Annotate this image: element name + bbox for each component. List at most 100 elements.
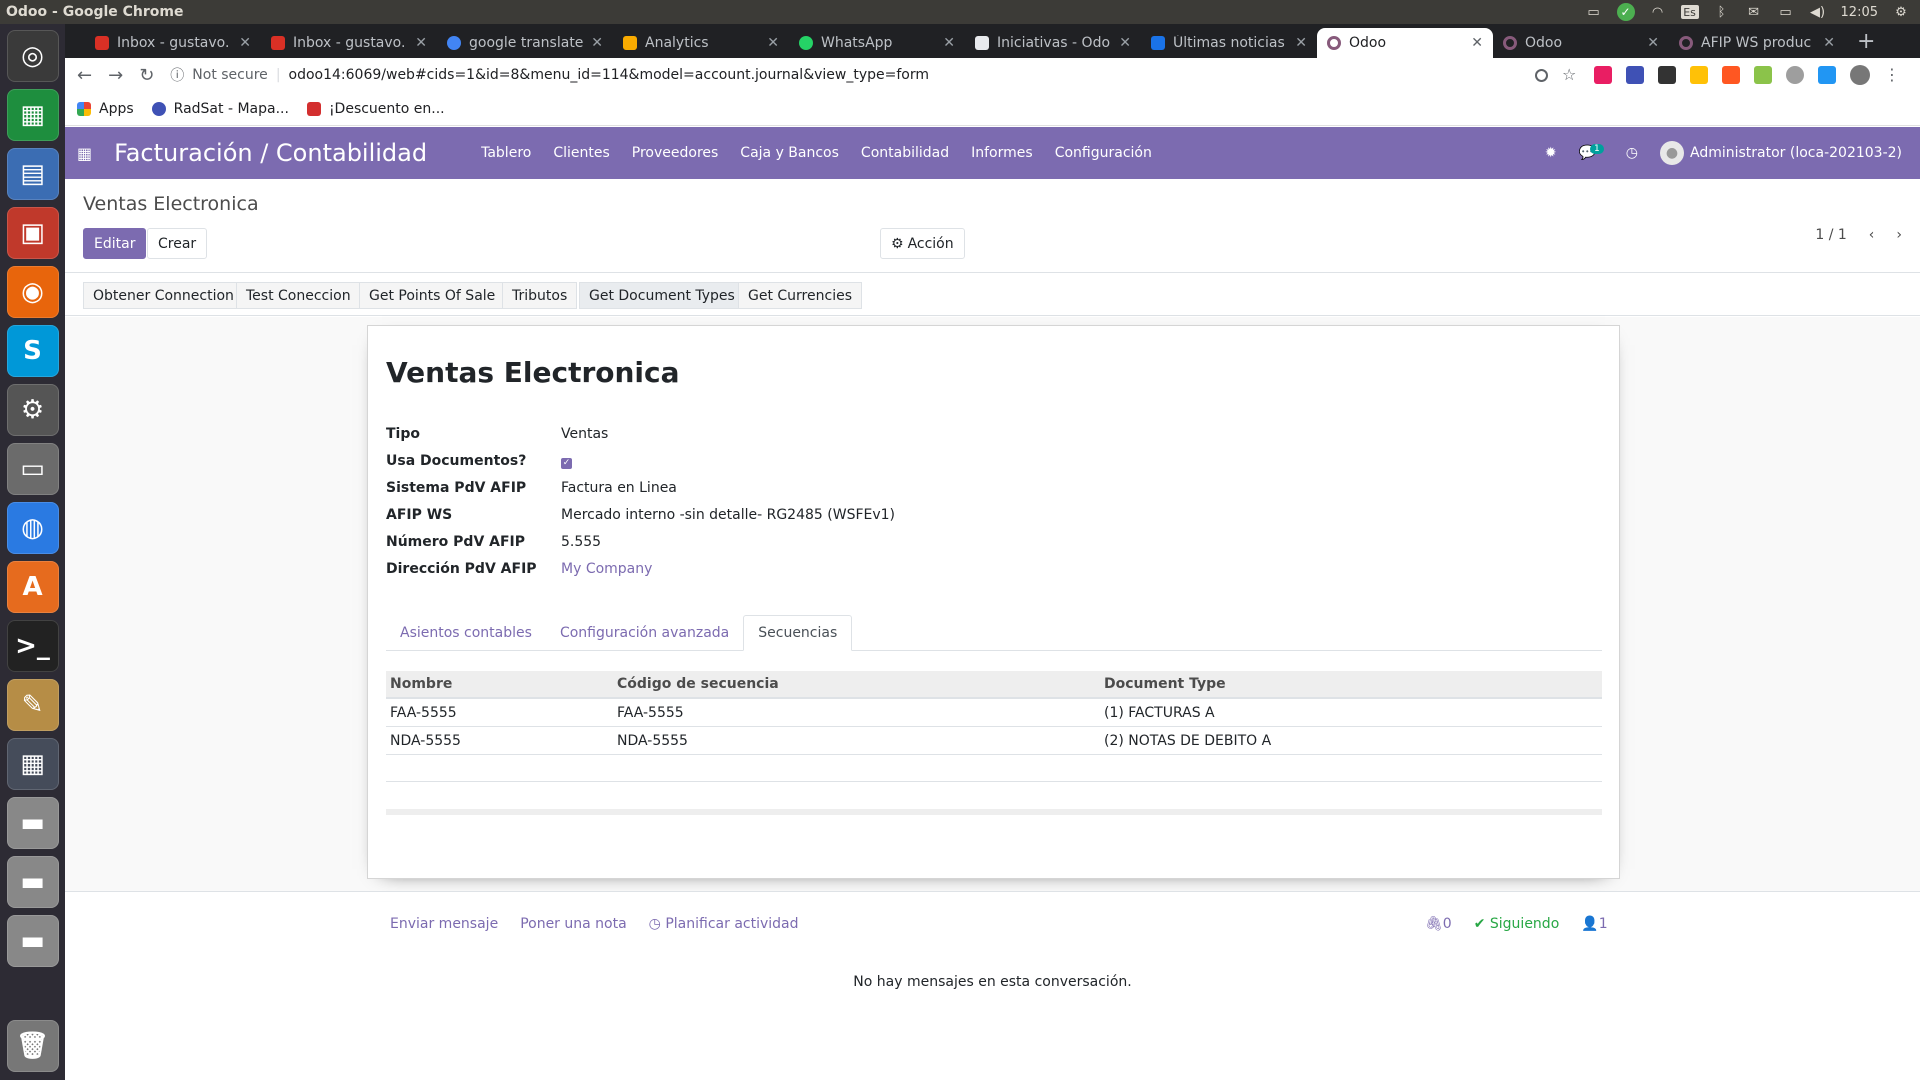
extension-icon[interactable] [1658,66,1676,84]
browser-tab[interactable]: Últimas noticias ✕ [1141,28,1317,58]
new-tab-button[interactable]: + [1857,29,1875,54]
extension-icon[interactable] [1722,66,1740,84]
bookmark-radsat[interactable]: RadSat - Mapa... [151,101,289,117]
skype-icon[interactable]: S [6,325,59,377]
dash-icon[interactable]: ◎ [6,30,59,82]
workspace-switcher-icon[interactable]: ▦ [6,738,59,790]
url-text[interactable]: odoo14:6069/web#cids=1&id=8&menu_id=114&… [289,67,929,83]
battery-icon[interactable]: ▭ [1777,5,1795,20]
followers-button[interactable]: 👤1 [1581,916,1607,932]
test-coneccion-button[interactable]: Test Coneccion [236,282,361,309]
column-header-document-type[interactable]: Document Type [1100,676,1602,692]
chat-icon[interactable]: 💬1 [1579,144,1604,161]
sync-check-icon[interactable]: ✓ [1616,3,1635,21]
activity-clock-icon[interactable]: ◷ [1626,145,1638,161]
company-link[interactable]: My Company [561,561,652,577]
clock[interactable]: 12:05 [1841,5,1878,20]
bookmark-apps[interactable]: Apps [77,101,134,117]
pager-previous-icon[interactable]: ‹ [1869,227,1875,243]
back-icon[interactable]: ← [77,65,92,86]
menu-proveedores[interactable]: Proveedores [632,145,719,161]
apps-menu-icon[interactable]: ▦ [77,144,92,163]
menu-clientes[interactable]: Clientes [553,145,609,161]
attachments-button[interactable]: 🖇0 [1425,916,1452,932]
column-header-nombre[interactable]: Nombre [386,676,613,692]
volume-icon[interactable]: ◀) [1809,5,1827,20]
close-tab-icon[interactable]: ✕ [1471,35,1483,51]
drive-icon[interactable]: ▬ [6,856,59,908]
edit-button[interactable]: Editar [83,228,147,259]
log-note-button[interactable]: Poner una nota [520,916,626,932]
browser-tab[interactable]: Analytics ✕ [613,28,789,58]
settings-gear-icon[interactable]: ⚙ [1892,5,1910,20]
profile-avatar-icon[interactable] [1850,65,1870,85]
get-points-of-sale-button[interactable]: Get Points Of Sale [359,282,506,309]
display-icon[interactable]: ▭ [1585,5,1603,20]
browser-tab[interactable]: WhatsApp ✕ [789,28,965,58]
menu-contabilidad[interactable]: Contabilidad [861,145,949,161]
forward-icon[interactable]: → [108,65,123,86]
terminal-icon[interactable]: >_ [6,620,59,672]
table-row[interactable]: FAA-5555 FAA-5555 (1) FACTURAS A [386,699,1602,727]
software-center-icon[interactable]: A [6,561,59,613]
trash-icon[interactable]: 🗑 [6,1020,59,1072]
menu-caja-bancos[interactable]: Caja y Bancos [740,145,839,161]
browser-tab[interactable]: Odoo ✕ [1493,28,1669,58]
extension-icon[interactable] [1594,66,1612,84]
table-row[interactable]: NDA-5555 NDA-5555 (2) NOTAS DE DEBITO A [386,727,1602,755]
send-message-button[interactable]: Enviar mensaje [390,916,498,932]
browser-tab[interactable]: Iniciativas - Odo ✕ [965,28,1141,58]
impress-app-icon[interactable]: ▣ [6,207,59,259]
menu-informes[interactable]: Informes [971,145,1033,161]
pager-next-icon[interactable]: › [1896,227,1902,243]
extension-icon[interactable] [1786,66,1804,84]
browser-tab[interactable]: Inbox - gustavo. ✕ [85,28,261,58]
get-document-types-button[interactable]: Get Document Types [579,282,745,309]
browser-tab[interactable]: AFIP WS produc ✕ [1669,28,1845,58]
following-button[interactable]: ✔ Siguiendo [1474,916,1560,932]
keyboard-layout-indicator[interactable]: Es [1680,5,1699,19]
extension-icon[interactable] [1818,66,1836,84]
spreadsheet-app-icon[interactable]: ▦ [6,89,59,141]
app-brand[interactable]: Facturación / Contabilidad [114,139,427,167]
drive-icon[interactable]: ▬ [6,797,59,849]
address-bar[interactable]: ⓘ Not secure | odoo14:6069/web#cids=1&id… [170,61,1519,89]
browser-tab[interactable]: google translate ✕ [437,28,613,58]
close-tab-icon[interactable]: ✕ [591,35,603,51]
close-tab-icon[interactable]: ✕ [239,35,251,51]
tab-asientos-contables[interactable]: Asientos contables [386,615,546,651]
close-tab-icon[interactable]: ✕ [1647,35,1659,51]
wifi-icon[interactable]: ◠ [1649,5,1667,20]
extension-icon[interactable] [1690,66,1708,84]
close-tab-icon[interactable]: ✕ [767,35,779,51]
user-menu[interactable]: ● Administrator (loca-202103-2) [1660,141,1902,165]
text-editor-icon[interactable]: ✎ [6,679,59,731]
bookmark-descuento[interactable]: ¡Descuento en... [306,101,445,117]
mail-icon[interactable]: ✉ [1745,5,1763,20]
tab-secuencias[interactable]: Secuencias [743,615,853,651]
column-header-codigo[interactable]: Código de secuencia [613,676,1100,692]
close-tab-icon[interactable]: ✕ [943,35,955,51]
tributos-button[interactable]: Tributos [502,282,578,309]
bluetooth-icon[interactable]: ᛒ [1713,5,1731,20]
browser-tab-active[interactable]: Odoo ✕ [1317,28,1493,58]
browser-tab[interactable]: Inbox - gustavo. ✕ [261,28,437,58]
create-button[interactable]: Crear [147,228,208,259]
close-tab-icon[interactable]: ✕ [1119,35,1131,51]
tab-configuracion-avanzada[interactable]: Configuración avanzada [546,615,743,651]
drive-icon[interactable]: ▬ [6,915,59,967]
system-settings-icon[interactable]: ⚙ [6,384,59,436]
pager-value[interactable]: 1 / 1 [1815,227,1846,243]
extension-icon[interactable] [1754,66,1772,84]
schedule-activity-button[interactable]: ◷ Planificar actividad [649,916,799,932]
bookmark-star-icon[interactable]: ☆ [1562,66,1580,84]
debug-bug-icon[interactable]: ✹ [1545,145,1557,161]
close-tab-icon[interactable]: ✕ [415,35,427,51]
get-currencies-button[interactable]: Get Currencies [738,282,862,309]
chrome-icon[interactable]: ◍ [6,502,59,554]
close-tab-icon[interactable]: ✕ [1823,35,1835,51]
firefox-icon[interactable]: ◉ [6,266,59,318]
extension-icon[interactable] [1626,66,1644,84]
action-button[interactable]: ⚙ Acción [880,228,965,259]
writer-app-icon[interactable]: ▤ [6,148,59,200]
